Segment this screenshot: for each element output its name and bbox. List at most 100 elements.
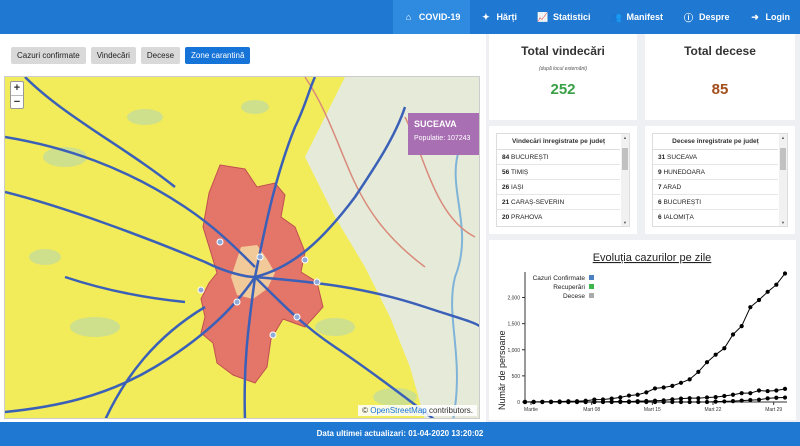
recovered-total-card: Total vindecări (după locul externării) … [489, 34, 637, 120]
nav-label: Despre [698, 12, 730, 22]
data-point [635, 392, 640, 397]
map-layer-tabs: Cazuri confirmate Vindecări Decese Zone … [11, 47, 251, 64]
data-point [696, 396, 701, 401]
data-point [739, 391, 744, 396]
list-scrollbar[interactable]: ▲ ▼ [779, 134, 787, 226]
nav-item-statistici[interactable]: 📈 Statistici [527, 0, 601, 34]
nav-label: COVID-19 [418, 12, 461, 22]
data-point [618, 395, 623, 400]
deaths-by-county-list[interactable]: Decese înregistrate pe județ 31 SUCEAVA … [652, 133, 788, 227]
data-point [635, 399, 640, 405]
scroll-down-arrow-icon[interactable]: ▼ [621, 220, 629, 225]
y-tick-label: 0 [517, 400, 520, 406]
list-item: 7 ARAD [653, 180, 778, 195]
tab-cazuri-confirmate[interactable]: Cazuri confirmate [11, 47, 86, 64]
users-icon: 👥 [610, 11, 622, 22]
list-county: PRAHOVA [511, 214, 543, 221]
nav-item-manifest[interactable]: 👥 Manifest [600, 0, 673, 34]
map-attribution: © OpenStreetMap contributors. [358, 405, 477, 416]
data-point [704, 399, 710, 405]
nav-item-harti[interactable]: ✦ Hărți [470, 0, 527, 34]
list-scrollbar[interactable]: ▲ ▼ [621, 134, 629, 226]
data-point [548, 399, 554, 405]
data-point [748, 391, 753, 396]
tab-vindecari[interactable]: Vindecări [90, 47, 136, 64]
list-count: 6 [658, 199, 662, 206]
list-header: Decese înregistrate pe județ [653, 134, 778, 150]
y-tick-label: 2,000 [507, 296, 520, 302]
data-point [704, 360, 710, 365]
x-tick-label: Mart 15 [644, 407, 661, 413]
nav-item-covid19[interactable]: ⌂ COVID-19 [392, 0, 471, 34]
data-point [687, 399, 692, 405]
x-tick-label: Mart 22 [705, 407, 722, 413]
map-view[interactable]: + − SUCEAVA Populatie: 107243 © OpenStre… [4, 76, 480, 419]
list-county: IALOMIȚA [663, 214, 694, 221]
scroll-thumb[interactable] [780, 148, 786, 170]
legend-swatch [589, 284, 594, 289]
zoom-in-button[interactable]: + [11, 82, 23, 95]
legend-label: Recuperări [553, 284, 585, 291]
list-count: 9 [658, 169, 662, 176]
data-point [644, 390, 649, 395]
data-point [748, 397, 753, 403]
list-county: ARAD [663, 184, 682, 191]
daily-cases-chart: Evoluția cazurilor pe zile Număr de pers… [497, 252, 788, 413]
data-point [696, 399, 701, 405]
chart-series [522, 271, 788, 405]
data-point [756, 388, 762, 393]
data-point [774, 395, 779, 400]
nav-item-despre[interactable]: ⓘ Despre [673, 0, 740, 34]
data-point [730, 399, 736, 404]
data-point [730, 332, 736, 337]
legend-label: Cazuri Confirmate [533, 275, 586, 282]
data-point [626, 399, 632, 405]
footer-bar: Data ultimei actualizari: 01-04-2020 13:… [0, 422, 800, 446]
data-point [765, 289, 770, 294]
x-tick-label: Mart 08 [583, 407, 600, 413]
data-point [782, 386, 788, 391]
nav-menu: ⌂ COVID-19 ✦ Hărți 📈 Statistici 👥 Manife… [392, 0, 800, 34]
tab-zone-carantina[interactable]: Zone carantină [185, 47, 251, 64]
recovered-by-county-list[interactable]: Vindecări înregistrate pe județ 84 BUCUR… [496, 133, 630, 227]
osm-link[interactable]: OpenStreetMap [370, 406, 426, 415]
zoom-control: + − [10, 81, 24, 109]
list-county: TIMIȘ [510, 169, 529, 176]
chart-title: Evoluția cazurilor pe zile [593, 252, 712, 264]
nav-label: Login [765, 12, 791, 22]
data-point [592, 399, 597, 405]
data-point [713, 399, 718, 404]
data-point [748, 305, 753, 310]
data-point [756, 397, 762, 402]
list-item: 84 BUCUREȘTI [497, 150, 620, 165]
data-point [678, 399, 684, 405]
scroll-thumb[interactable] [622, 148, 628, 170]
data-point [626, 393, 632, 398]
chart-legend: Cazuri Confirmate Recuperări Decese [533, 275, 594, 300]
attribution-suffix: contributors. [428, 406, 473, 415]
list-item: 20 PRAHOVA [497, 210, 620, 225]
scroll-up-arrow-icon[interactable]: ▲ [621, 135, 629, 140]
region-info-box: SUCEAVA Populatie: 107243 [408, 113, 479, 155]
y-tick-label: 1,000 [507, 348, 520, 354]
y-tick-label: 1,500 [507, 322, 520, 328]
list-county: SUCEAVA [667, 154, 698, 161]
data-point [722, 346, 727, 351]
tab-decese[interactable]: Decese [140, 47, 181, 64]
data-point [661, 385, 666, 390]
scroll-up-arrow-icon[interactable]: ▲ [779, 135, 787, 140]
list-county: CARAȘ-SEVERIN [511, 199, 565, 206]
zoom-out-button[interactable]: − [11, 95, 23, 108]
deaths-total-card: Total decese 85 [645, 34, 795, 120]
recovered-value: 252 [550, 81, 576, 98]
nav-item-login[interactable]: ➜ Login [740, 0, 800, 34]
list-count: 26 [502, 184, 510, 191]
deaths-by-county-card: Decese înregistrate pe județ 31 SUCEAVA … [645, 126, 795, 234]
list-item: 31 SUCEAVA [653, 150, 778, 165]
x-tick-label: Mart 29 [765, 407, 782, 413]
scroll-down-arrow-icon[interactable]: ▼ [779, 220, 787, 225]
data-point [722, 393, 727, 399]
home-icon: ⌂ [405, 12, 412, 22]
list-count: 56 [502, 169, 510, 176]
login-icon: ➜ [751, 11, 759, 22]
